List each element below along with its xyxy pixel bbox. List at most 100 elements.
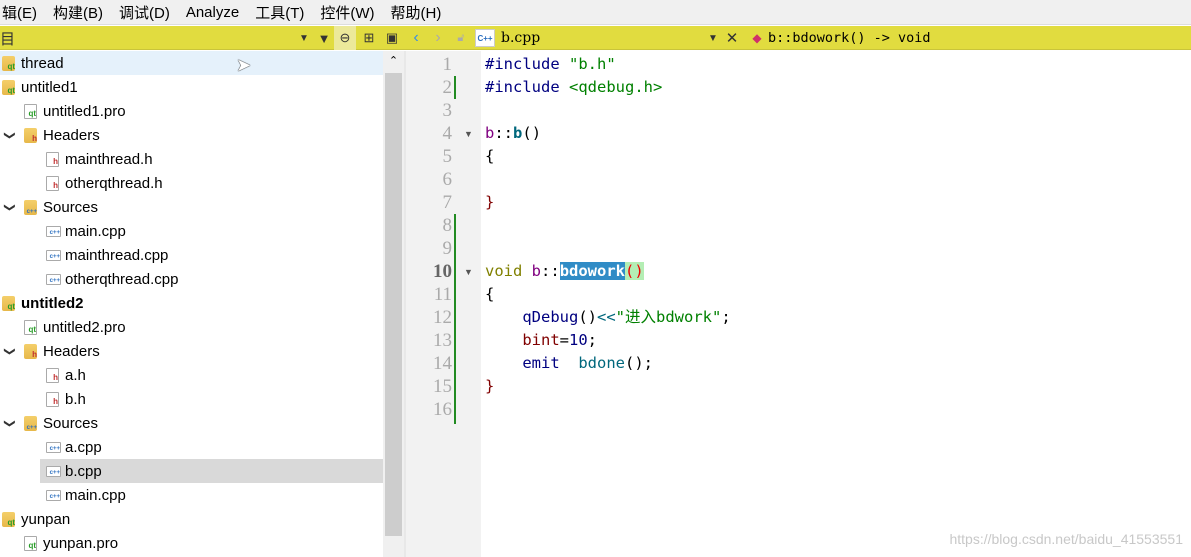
open-file-selector[interactable]: b.cpp (501, 26, 540, 50)
tree-item[interactable]: qt untitled2 (0, 291, 383, 315)
menu-item[interactable]: 工具(T) (247, 2, 312, 23)
expand-arrow-icon[interactable]: ❯ (4, 417, 17, 429)
cpp-file-icon: C++ (475, 29, 495, 47)
split-icon[interactable]: ⊞ (358, 26, 380, 50)
code-line[interactable]: #include <qdebug.h> (485, 76, 662, 99)
menu-item[interactable]: 帮助(H) (383, 2, 450, 23)
tree-item[interactable]: h a.h (0, 363, 383, 387)
symbol-selector[interactable]: b::bdowork() -> void (768, 26, 931, 50)
close-sidebar-icon[interactable]: ▣ (382, 26, 402, 50)
code-line[interactable]: emit bdone(); (485, 352, 653, 375)
line-number: 13 (433, 330, 452, 351)
scroll-up-icon[interactable]: ⌃ (383, 54, 404, 67)
mouse-cursor-icon: ➤ (236, 55, 252, 75)
folder-h-icon: h (24, 127, 37, 143)
cpp-icon: c++ (46, 489, 61, 501)
folder-cpp-icon: c++ (24, 199, 37, 215)
link-icon[interactable]: ⊖ (334, 26, 356, 50)
code-token: = (559, 331, 569, 349)
code-line[interactable]: } (485, 375, 494, 398)
scrollbar-thumb[interactable] (385, 73, 402, 536)
code-line[interactable]: b::b() (485, 122, 541, 145)
expand-arrow-icon[interactable]: ❯ (4, 129, 17, 141)
code-line[interactable]: { (485, 283, 494, 306)
project-tree: qt thread qt untitled1 qt untitled1.pro ❯ h Head… (0, 51, 383, 557)
line-number: 4 (442, 123, 453, 144)
code-token: { (485, 285, 495, 303)
line-number: 9 (442, 238, 453, 259)
tree-item[interactable]: h b.h (0, 387, 383, 411)
forward-icon[interactable]: › (430, 26, 446, 50)
tree-scrollbar[interactable]: ⌃ (383, 51, 404, 557)
tree-item[interactable]: h mainthread.h (0, 147, 383, 171)
line-number: 2 (442, 77, 453, 98)
code-token: :: (494, 124, 514, 142)
tree-item-label: mainthread.cpp (65, 246, 169, 264)
code-line[interactable]: #include "b.h" (485, 53, 616, 76)
fold-arrow-icon[interactable]: ▼ (464, 129, 473, 139)
code-token: b (485, 124, 495, 142)
tree-item[interactable]: c++ otherqthread.cpp (0, 267, 383, 291)
tree-item-label: yunpan.pro (43, 534, 119, 552)
expand-arrow-icon[interactable]: ❯ (4, 201, 17, 213)
close-file-icon[interactable]: ✕ (724, 26, 740, 50)
code-token: 10 (569, 331, 588, 349)
tree-item-label: thread (21, 54, 64, 72)
project-view-selector[interactable]: 目 (0, 26, 20, 50)
code-token: ; (721, 308, 731, 326)
tree-item[interactable]: qt yunpan.pro (0, 531, 383, 555)
tree-item[interactable]: c++ main.cpp (0, 219, 383, 243)
tree-item[interactable]: ❯ c++ Sources (0, 195, 383, 219)
code-token: } (485, 377, 495, 395)
tree-item[interactable]: c++ main.cpp (0, 483, 383, 507)
code-line[interactable]: void b::bdowork() (485, 260, 644, 283)
cpp-icon: c++ (46, 273, 61, 285)
line-number: 1 (442, 54, 453, 75)
fold-arrow-icon[interactable]: ▼ (464, 267, 473, 277)
pro-icon: qt (24, 535, 37, 551)
tree-item[interactable]: ❯ c++ Sources (0, 411, 383, 435)
code-token: <qdebug.h> (569, 78, 663, 96)
line-number: 11 (433, 284, 452, 305)
code-line[interactable]: qDebug()<<"进入bdwork"; (485, 306, 731, 329)
tree-item[interactable]: ❯ h Headers (0, 339, 383, 363)
tree-item-label: Headers (43, 342, 100, 360)
tree-item[interactable]: qt untitled1.pro (0, 99, 383, 123)
tree-item[interactable]: qt untitled2.pro (0, 315, 383, 339)
tree-item[interactable]: qt untitled1 (0, 75, 383, 99)
back-icon[interactable]: ‹ (408, 26, 424, 50)
change-marker (454, 214, 456, 424)
menu-item[interactable]: 辑(E) (0, 2, 45, 23)
menu-item[interactable]: 构建(B) (45, 2, 111, 23)
line-number: 5 (442, 146, 453, 167)
tree-item-label: otherqthread.cpp (65, 270, 179, 288)
tree-item[interactable]: ❯ h Headers (0, 123, 383, 147)
code-token: ; (587, 331, 598, 349)
menu-item[interactable]: 控件(W) (312, 2, 382, 23)
line-number: 15 (433, 376, 452, 397)
code-line[interactable]: } (485, 191, 494, 214)
expand-arrow-icon[interactable]: ❯ (4, 345, 17, 357)
code-line[interactable]: bint=10; (485, 329, 597, 352)
tree-item[interactable]: qt thread (0, 51, 383, 75)
h-icon: h (46, 391, 59, 407)
folder-cpp-icon: c++ (24, 415, 37, 431)
menu-item[interactable]: Analyze (178, 4, 247, 21)
code-token: b (531, 262, 542, 280)
dropdown-arrow-icon[interactable]: ▼ (296, 26, 312, 50)
filter-icon[interactable]: ▼ (315, 26, 333, 50)
menu-item[interactable]: 调试(D) (111, 2, 178, 23)
tree-item[interactable]: h otherqthread.h (0, 171, 383, 195)
file-dropdown-icon[interactable]: ▼ (706, 26, 720, 50)
tree-item-label: b.cpp (65, 462, 102, 480)
tree-item[interactable]: qt yunpan (0, 507, 383, 531)
code-token: bint (522, 331, 560, 349)
code-token: (); (625, 354, 653, 372)
tree-item[interactable]: c++ a.cpp (0, 435, 383, 459)
tree-item[interactable]: c++ mainthread.cpp (0, 243, 383, 267)
line-number: 12 (433, 307, 452, 328)
tree-item[interactable]: c++ b.cpp (40, 459, 383, 483)
code-line[interactable]: { (485, 145, 494, 168)
project-icon: qt (2, 295, 15, 311)
